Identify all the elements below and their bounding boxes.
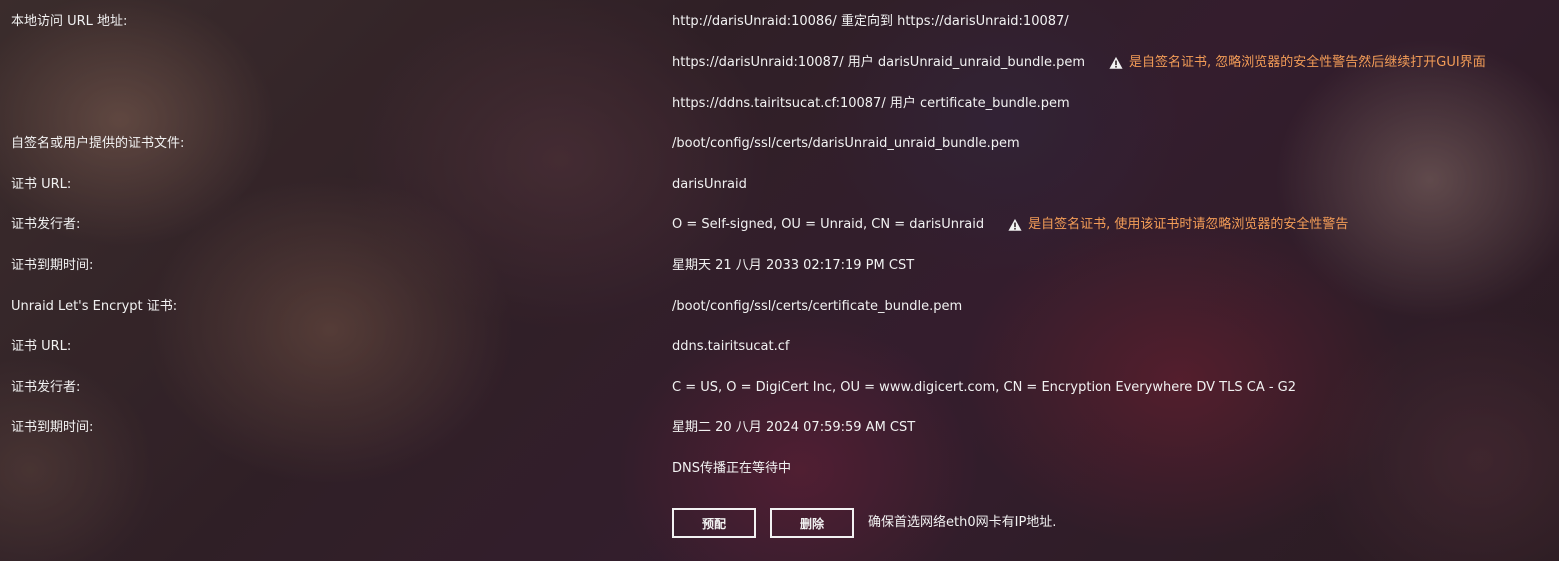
row-cert-file: 自签名或用户提供的证书文件: /boot/config/ssl/certs/da… (0, 132, 1559, 156)
row-letsencrypt-cert: Unraid Let's Encrypt 证书: /boot/config/ss… (0, 295, 1559, 319)
row-cert-expiry-2: 证书到期时间: 星期二 20 八月 2024 07:59:59 AM CST (0, 416, 1559, 440)
row-actions: 预配 删除 确保首选网络eth0网卡有IP地址. (0, 508, 1559, 538)
network-note: 确保首选网络eth0网卡有IP地址. (868, 515, 1057, 530)
row-dns-status: DNS传播正在等待中 (0, 457, 1559, 481)
value-local-access-url: http://darisUnraid:10086/ 重定向到 https://d… (672, 14, 1069, 29)
row-cert-issuer-2: 证书发行者: C = US, O = DigiCert Inc, OU = ww… (0, 376, 1559, 400)
value-cert-expiry-1: 星期天 21 八月 2033 02:17:19 PM CST (672, 258, 915, 273)
label-cert-url-2: 证书 URL: (11, 339, 72, 354)
label-local-access-url: 本地访问 URL 地址: (11, 14, 128, 29)
row-cert-issuer-1: 证书发行者: O = Self-signed, OU = Unraid, CN … (0, 213, 1559, 237)
actions-group: 预配 删除 确保首选网络eth0网卡有IP地址. (672, 508, 1056, 538)
value-ddns-url: https://ddns.tairitsucat.cf:10087/ 用户 ce… (672, 96, 1070, 111)
label-cert-issuer-2: 证书发行者: (11, 380, 81, 395)
value-self-signed-url: https://darisUnraid:10087/ 用户 darisUnrai… (672, 51, 1486, 75)
ssl-settings-panel: 本地访问 URL 地址: http://darisUnraid:10086/ 重… (0, 0, 1559, 561)
label-letsencrypt-cert: Unraid Let's Encrypt 证书: (11, 299, 178, 314)
value-cert-url-2: ddns.tairitsucat.cf (672, 339, 790, 354)
value-cert-url-1: darisUnraid (672, 177, 747, 192)
value-dns-status: DNS传播正在等待中 (672, 461, 791, 476)
warning-icon (1008, 218, 1022, 231)
value-cert-file: /boot/config/ssl/certs/darisUnraid_unrai… (672, 136, 1020, 151)
row-cert-url-1: 证书 URL: darisUnraid (0, 173, 1559, 197)
label-cert-expiry-2: 证书到期时间: (11, 420, 94, 435)
label-cert-file: 自签名或用户提供的证书文件: (11, 136, 185, 151)
row-cert-url-2: 证书 URL: ddns.tairitsucat.cf (0, 335, 1559, 359)
value-cert-issuer-1: O = Self-signed, OU = Unraid, CN = daris… (672, 213, 1348, 237)
cert-issuer-warning: 是自签名证书, 使用该证书时请忽略浏览器的安全性警告 (1008, 213, 1348, 237)
cert-issuer-1-text: O = Self-signed, OU = Unraid, CN = daris… (672, 217, 985, 232)
cert-issuer-warning-text: 是自签名证书, 使用该证书时请忽略浏览器的安全性警告 (1028, 217, 1349, 232)
row-ddns-url: https://ddns.tairitsucat.cf:10087/ 用户 ce… (0, 92, 1559, 116)
delete-button[interactable]: 删除 (770, 508, 854, 538)
provision-button[interactable]: 预配 (672, 508, 756, 538)
row-local-access-url: 本地访问 URL 地址: http://darisUnraid:10086/ 重… (0, 10, 1559, 34)
row-self-signed-url: https://darisUnraid:10087/ 用户 darisUnrai… (0, 51, 1559, 75)
label-cert-url-1: 证书 URL: (11, 177, 72, 192)
self-signed-url-text: https://darisUnraid:10087/ 用户 darisUnrai… (672, 55, 1086, 70)
warning-icon (1109, 56, 1123, 69)
self-signed-warning-text: 是自签名证书, 忽略浏览器的安全性警告然后继续打开GUI界面 (1129, 55, 1486, 70)
label-cert-issuer-1: 证书发行者: (11, 217, 81, 232)
row-cert-expiry-1: 证书到期时间: 星期天 21 八月 2033 02:17:19 PM CST (0, 254, 1559, 278)
value-letsencrypt-cert: /boot/config/ssl/certs/certificate_bundl… (672, 299, 963, 314)
value-cert-expiry-2: 星期二 20 八月 2024 07:59:59 AM CST (672, 420, 916, 435)
self-signed-warning: 是自签名证书, 忽略浏览器的安全性警告然后继续打开GUI界面 (1109, 51, 1486, 75)
label-cert-expiry-1: 证书到期时间: (11, 258, 94, 273)
value-cert-issuer-2: C = US, O = DigiCert Inc, OU = www.digic… (672, 380, 1297, 395)
